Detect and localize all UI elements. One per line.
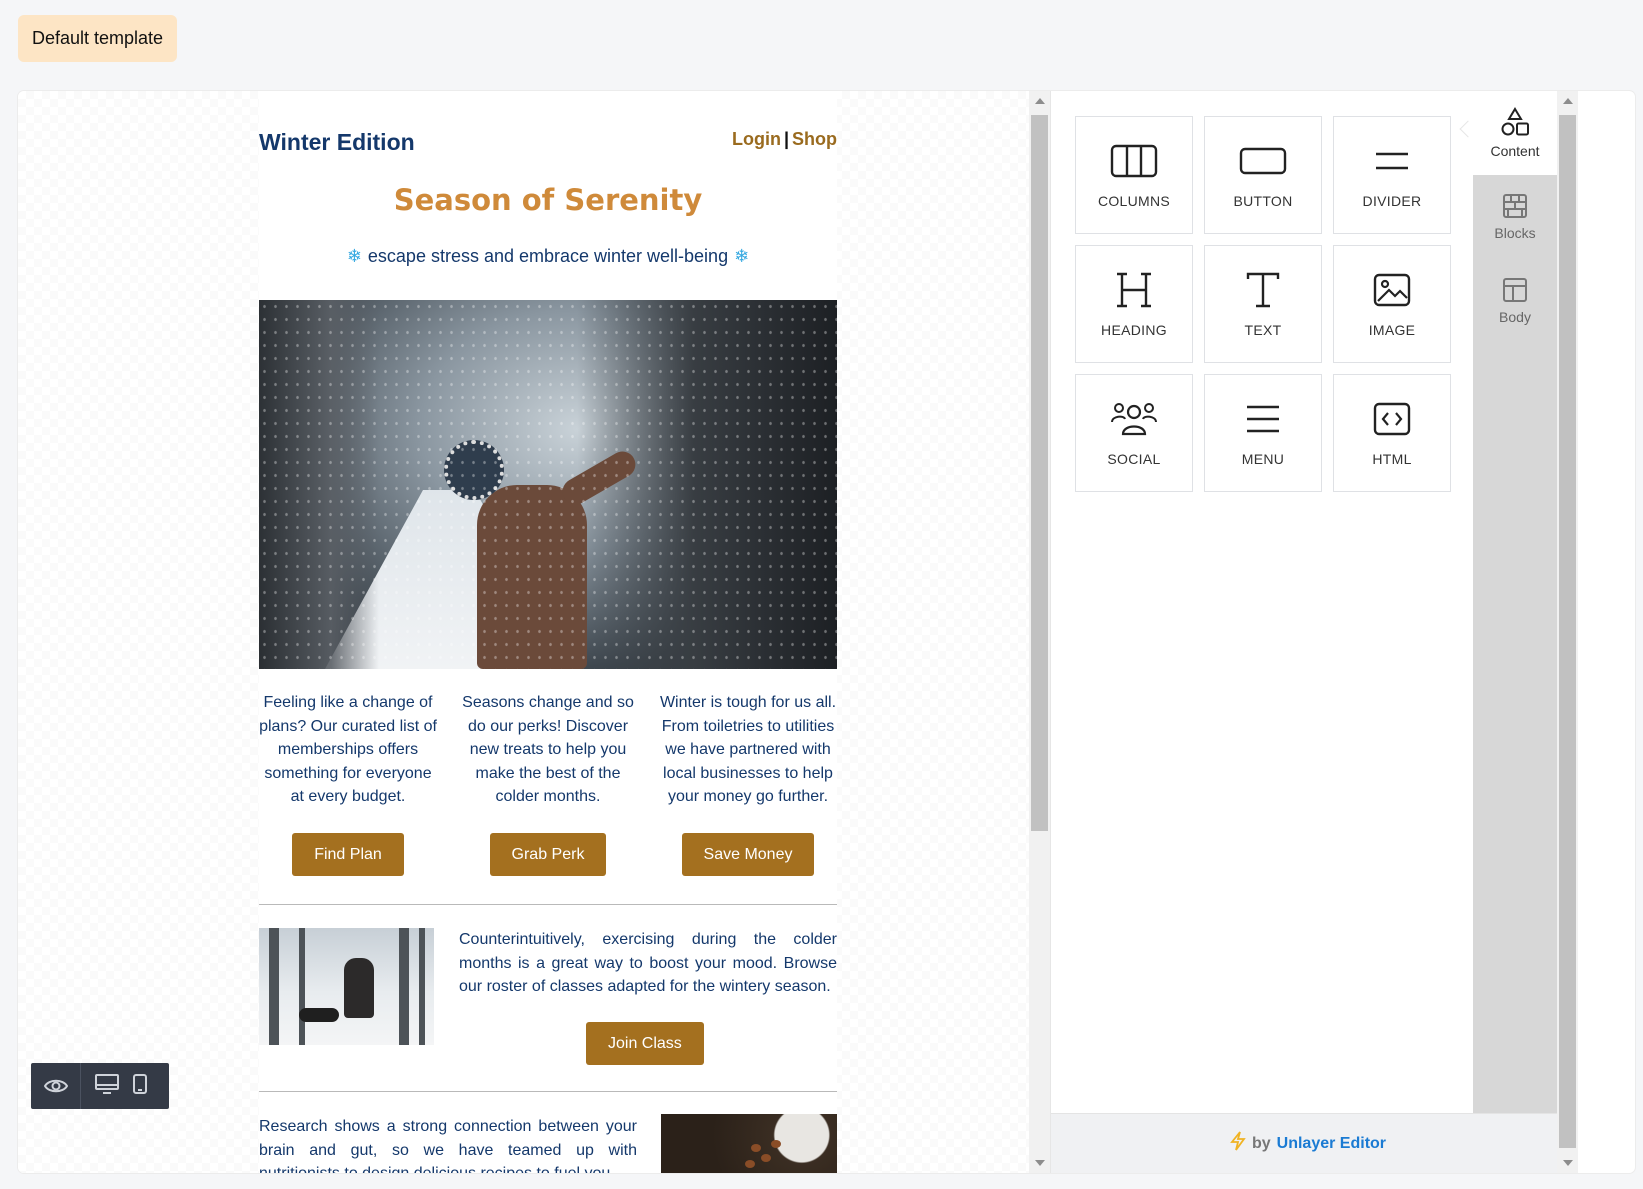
tool-divider[interactable]: DIVIDER <box>1333 116 1451 234</box>
tool-button[interactable]: BUTTON <box>1204 116 1322 234</box>
research-text: Research shows a strong connection betwe… <box>259 1118 637 1173</box>
column-text: Winter is tough for us all. From toiletr… <box>659 694 837 805</box>
panel-scrollbar[interactable] <box>1557 91 1578 1173</box>
tool-text[interactable]: TEXT <box>1204 245 1322 363</box>
column-perks: Seasons change and so do our perks! Disc… <box>459 691 637 876</box>
divider <box>259 1091 837 1092</box>
hero-image[interactable] <box>259 300 837 669</box>
tool-label: HEADING <box>1101 322 1167 338</box>
tool-heading[interactable]: HEADING <box>1075 245 1193 363</box>
link-separator: | <box>783 129 789 149</box>
brand-title: Winter Edition <box>259 129 415 155</box>
headline: Season of Serenity <box>393 183 703 217</box>
tab-label: Body <box>1499 309 1531 325</box>
tab-content[interactable]: Content <box>1473 91 1557 175</box>
editor-window: Winter Edition Login | Shop Season of Sere… <box>18 91 1635 1173</box>
scroll-up-icon[interactable] <box>1035 98 1045 104</box>
tool-label: SOCIAL <box>1107 451 1161 467</box>
shop-link[interactable]: Shop <box>792 129 837 149</box>
shapes-icon <box>1501 107 1529 136</box>
menu-icon <box>1245 399 1281 439</box>
columns-icon <box>1110 141 1158 181</box>
preview-toolbar <box>31 1063 169 1109</box>
blocks-icon <box>1503 194 1527 218</box>
tool-label: BUTTON <box>1233 193 1293 209</box>
tool-label: TEXT <box>1244 322 1282 338</box>
unlayer-editor-link[interactable]: Unlayer Editor <box>1277 1135 1386 1153</box>
template-name-chip[interactable]: Default template <box>18 15 178 62</box>
top-links: Login | Shop <box>732 129 837 150</box>
image-icon <box>1373 270 1411 310</box>
column-text: Feeling like a change of plans? Our cura… <box>259 694 437 805</box>
tool-social[interactable]: SOCIAL <box>1075 374 1193 492</box>
desktop-icon[interactable] <box>95 1073 119 1099</box>
tool-columns[interactable]: COLUMNS <box>1075 116 1193 234</box>
tool-label: COLUMNS <box>1097 193 1171 209</box>
scroll-thumb[interactable] <box>1031 115 1048 831</box>
exercise-text: Counterintuitively, exercising during th… <box>459 931 837 995</box>
scroll-down-icon[interactable] <box>1563 1160 1573 1166</box>
login-link[interactable]: Login <box>732 129 781 149</box>
tool-html[interactable]: HTML <box>1333 374 1451 492</box>
email-canvas[interactable]: Winter Edition Login | Shop Season of Sere… <box>18 91 1076 1173</box>
tagline: ❄ escape stress and embrace winter well-b… <box>259 246 837 267</box>
layout-icon <box>1503 278 1527 302</box>
social-icon <box>1110 399 1158 439</box>
tab-body[interactable]: Body <box>1473 259 1557 343</box>
tab-label: Content <box>1490 143 1540 159</box>
snowflake-icon: ❄ <box>734 246 750 266</box>
bolt-icon <box>1230 1131 1246 1156</box>
scroll-down-icon[interactable] <box>1035 1160 1045 1166</box>
nutrition-image[interactable] <box>661 1114 837 1173</box>
column-memberships: Feeling like a change of plans? Our cura… <box>259 691 437 876</box>
tools-panel: COLUMNS BUTTON DIVIDER HEADING TEXT IMAG… <box>1050 91 1565 1173</box>
text-icon <box>1245 270 1281 310</box>
snowflake-icon: ❄ <box>346 246 362 266</box>
preview-eye-icon[interactable] <box>31 1063 81 1109</box>
tool-label: MENU <box>1241 451 1285 467</box>
tool-menu[interactable]: MENU <box>1204 374 1322 492</box>
tool-label: DIVIDER <box>1362 193 1422 209</box>
button-icon <box>1239 141 1287 181</box>
column-savings: Winter is tough for us all. From toiletr… <box>659 691 837 876</box>
tab-label: Blocks <box>1494 225 1536 241</box>
three-columns: Feeling like a change of plans? Our cura… <box>259 691 837 876</box>
heading-icon <box>1116 270 1152 310</box>
powered-by-footer: by Unlayer Editor <box>1051 1113 1565 1173</box>
tagline-text: escape stress and embrace winter well-be… <box>367 246 729 266</box>
find-plan-button[interactable]: Find Plan <box>292 832 404 876</box>
html-icon <box>1373 399 1411 439</box>
tool-image[interactable]: IMAGE <box>1333 245 1451 363</box>
tool-label: HTML <box>1372 451 1412 467</box>
divider-icon <box>1374 141 1410 181</box>
save-money-button[interactable]: Save Money <box>681 832 815 876</box>
tab-blocks[interactable]: Blocks <box>1473 175 1557 259</box>
scroll-thumb[interactable] <box>1559 115 1576 1148</box>
mobile-icon[interactable] <box>133 1073 147 1099</box>
exercise-image[interactable] <box>259 928 434 1045</box>
column-text: Seasons change and so do our perks! Disc… <box>462 694 634 805</box>
divider <box>259 904 837 905</box>
scroll-up-icon[interactable] <box>1563 98 1573 104</box>
canvas-scrollbar[interactable] <box>1029 91 1050 1173</box>
sidebar-tabs: Content Blocks Body <box>1473 91 1557 1113</box>
join-class-button[interactable]: Join Class <box>586 1022 704 1065</box>
content-tools-grid: COLUMNS BUTTON DIVIDER HEADING TEXT IMAG… <box>1075 116 1451 492</box>
by-text: by <box>1251 1134 1271 1152</box>
tool-label: IMAGE <box>1368 322 1416 338</box>
email-body: Winter Edition Login | Shop Season of Sere… <box>259 91 837 1173</box>
grab-perk-button[interactable]: Grab Perk <box>489 832 607 876</box>
